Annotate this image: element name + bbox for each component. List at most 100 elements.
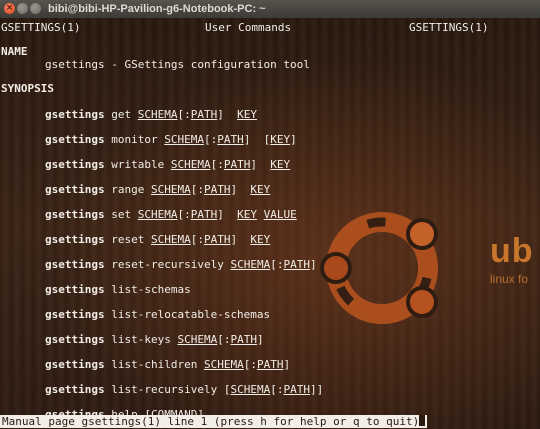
argument-bracket: [: bbox=[190, 233, 204, 246]
argument-placeholder: PATH bbox=[190, 108, 218, 121]
argument-bracket: ]] bbox=[309, 383, 324, 396]
subcommand: set bbox=[104, 208, 138, 221]
argument-placeholder: SCHEMA bbox=[150, 233, 191, 246]
argument-bracket: ] bbox=[256, 333, 264, 346]
argument-placeholder: KEY bbox=[270, 133, 291, 146]
argument-bracket: ] bbox=[230, 233, 238, 246]
argument-placeholder: PATH bbox=[203, 233, 231, 246]
argument-placeholder: PATH bbox=[256, 358, 284, 371]
subcommand: get bbox=[104, 108, 138, 121]
synopsis-line: gsettings list-relocatable-schemas bbox=[45, 308, 277, 321]
minimize-button[interactable] bbox=[17, 3, 28, 14]
subcommand: range bbox=[104, 183, 151, 196]
pager-status-line: Manual page gsettings(1) line 1 (press h… bbox=[0, 415, 428, 428]
argument-placeholder: SCHEMA bbox=[230, 383, 271, 396]
subcommand: list-schemas bbox=[104, 283, 198, 296]
argument-placeholder: KEY bbox=[237, 108, 257, 121]
argument-placeholder: PATH bbox=[203, 183, 231, 196]
status-text: Manual page gsettings(1) line 1 (press h… bbox=[2, 415, 420, 428]
argument-placeholder: SCHEMA bbox=[230, 258, 271, 271]
argument-placeholder: PATH bbox=[223, 158, 251, 171]
subcommand: list-recursively bbox=[104, 383, 224, 396]
name-description: gsettings - GSettings configuration tool bbox=[45, 58, 310, 71]
argument-bracket: ] bbox=[243, 133, 251, 146]
man-header-left: GSETTINGS(1) bbox=[1, 21, 81, 34]
command-name: gsettings bbox=[45, 108, 105, 121]
argument-placeholder: KEY bbox=[250, 183, 271, 196]
text-cursor bbox=[419, 415, 426, 426]
argument-placeholder: PATH bbox=[217, 133, 244, 146]
subcommand: list-relocatable-schemas bbox=[104, 308, 277, 321]
argument-placeholder: KEY bbox=[237, 208, 257, 221]
close-button[interactable]: × bbox=[4, 3, 15, 14]
argument-placeholder: PATH bbox=[190, 208, 218, 221]
argument-bracket: ] bbox=[217, 208, 224, 221]
argument-bracket: [: bbox=[270, 258, 284, 271]
subcommand: list-children bbox=[104, 358, 204, 371]
synopsis-line: gsettings set SCHEMA[:PATH] KEY VALUE bbox=[45, 208, 297, 221]
argument-bracket: [: bbox=[190, 183, 204, 196]
argument-placeholder: VALUE bbox=[263, 208, 297, 221]
man-header-right: GSETTINGS(1) bbox=[409, 21, 489, 34]
command-name: gsettings bbox=[45, 283, 105, 296]
brand-tagline: linux fo bbox=[490, 272, 529, 286]
synopsis-line: gsettings range SCHEMA[:PATH] KEY bbox=[45, 183, 270, 196]
command-name: gsettings bbox=[45, 358, 105, 371]
argument-bracket: ] bbox=[230, 183, 238, 196]
brand-word: ub bbox=[490, 232, 534, 270]
command-name: gsettings bbox=[45, 383, 105, 396]
command-name: gsettings bbox=[45, 308, 105, 321]
ubuntu-wordmark: ub linux fo bbox=[490, 234, 534, 286]
argument-bracket: [: bbox=[177, 108, 191, 121]
section-name-heading: NAME bbox=[1, 45, 28, 58]
synopsis-line: gsettings list-recursively [SCHEMA[:PATH… bbox=[45, 383, 323, 396]
argument-bracket: [: bbox=[243, 358, 257, 371]
subcommand: monitor bbox=[104, 133, 165, 146]
command-name: gsettings bbox=[45, 133, 105, 146]
argument-placeholder: SCHEMA bbox=[170, 158, 211, 171]
argument-bracket: ] bbox=[217, 108, 224, 121]
subcommand: reset-recursively bbox=[104, 258, 231, 271]
subcommand: writable bbox=[104, 158, 171, 171]
argument-bracket: ] bbox=[283, 358, 291, 371]
argument-bracket: [: bbox=[177, 208, 191, 221]
argument-placeholder: SCHEMA bbox=[177, 333, 218, 346]
command-name: gsettings bbox=[45, 333, 105, 346]
command-name: gsettings bbox=[45, 208, 105, 221]
man-header-center: User Commands bbox=[205, 21, 292, 34]
argument-placeholder: PATH bbox=[230, 333, 257, 346]
argument-bracket: ] bbox=[309, 258, 317, 271]
argument-bracket: [: bbox=[203, 133, 218, 146]
argument-placeholder: PATH bbox=[283, 383, 310, 396]
argument-bracket: ] bbox=[290, 133, 297, 146]
argument-bracket: [: bbox=[217, 333, 231, 346]
argument-placeholder: PATH bbox=[283, 258, 310, 271]
subcommand: list-keys bbox=[104, 333, 178, 346]
window-title: bibi@bibi-HP-Pavilion-g6-Notebook-PC: ~ bbox=[48, 3, 266, 15]
synopsis-line: gsettings reset SCHEMA[:PATH] KEY bbox=[45, 233, 270, 246]
command-name: gsettings bbox=[45, 233, 105, 246]
section-synopsis-heading: SYNOPSIS bbox=[1, 82, 54, 95]
ubuntu-logo-icon bbox=[320, 212, 438, 324]
synopsis-line: gsettings writable SCHEMA[:PATH] KEY bbox=[45, 158, 290, 171]
synopsis-line: gsettings monitor SCHEMA[:PATH] [KEY] bbox=[45, 133, 297, 146]
command-name: gsettings bbox=[45, 258, 105, 271]
argument-placeholder: SCHEMA bbox=[150, 183, 191, 196]
argument-placeholder: SCHEMA bbox=[137, 108, 178, 121]
maximize-button[interactable] bbox=[30, 3, 41, 14]
subcommand: reset bbox=[104, 233, 151, 246]
command-name: gsettings bbox=[45, 158, 105, 171]
synopsis-line: gsettings list-children SCHEMA[:PATH] bbox=[45, 358, 290, 371]
argument-bracket: [: bbox=[270, 383, 284, 396]
argument-placeholder: SCHEMA bbox=[164, 133, 204, 146]
terminal-area[interactable]: ub linux fo GSETTINGS(1) User Commands G… bbox=[0, 18, 540, 429]
argument-placeholder: SCHEMA bbox=[203, 358, 244, 371]
argument-placeholder: KEY bbox=[270, 158, 291, 171]
synopsis-line: gsettings list-keys SCHEMA[:PATH] bbox=[45, 333, 264, 346]
synopsis-line: gsettings reset-recursively SCHEMA[:PATH… bbox=[45, 258, 317, 271]
terminal-window: × bibi@bibi-HP-Pavilion-g6-Notebook-PC: … bbox=[0, 0, 540, 429]
title-bar[interactable]: × bibi@bibi-HP-Pavilion-g6-Notebook-PC: … bbox=[0, 0, 540, 19]
synopsis-line: gsettings list-schemas bbox=[45, 283, 197, 296]
argument-bracket: [: bbox=[210, 158, 224, 171]
argument-placeholder: SCHEMA bbox=[137, 208, 178, 221]
